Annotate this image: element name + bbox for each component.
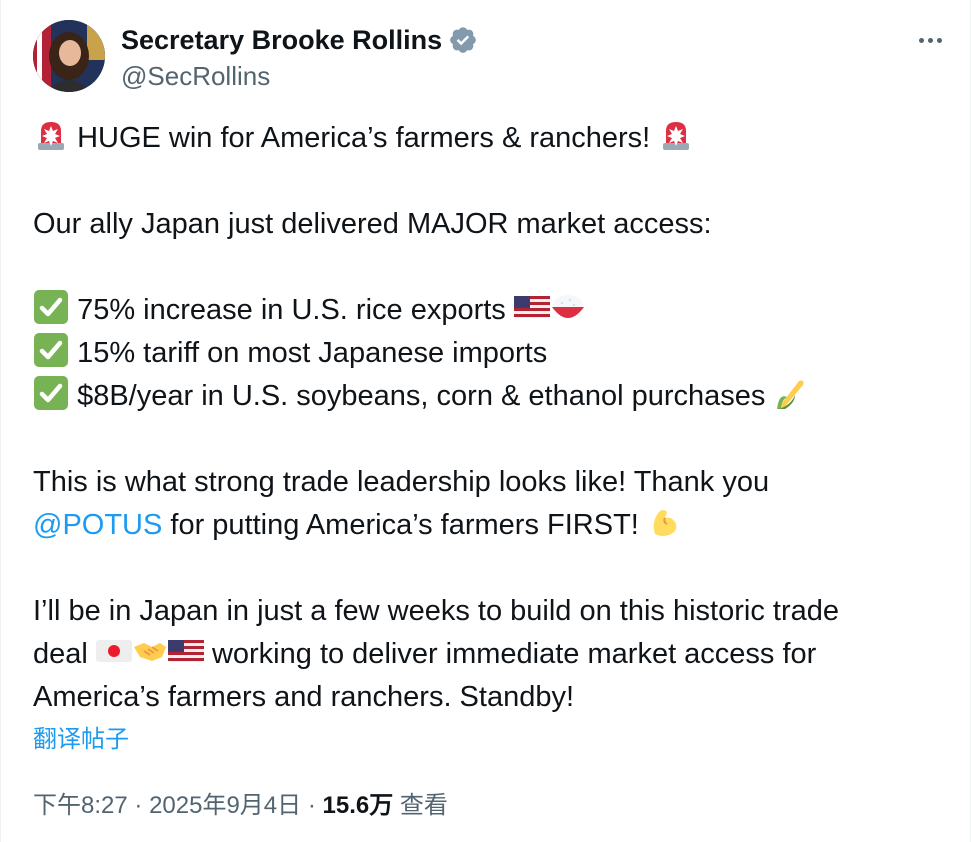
check-mark-emoji <box>34 333 68 367</box>
tweet-line-text: I’ll be in Japan in just a few weeks to … <box>33 595 839 627</box>
us-flag-emoji <box>167 640 204 662</box>
us-flag-emoji <box>513 296 550 318</box>
check-mark-emoji <box>34 290 68 324</box>
tweet-line: America’s farmers and ranchers. Standby! <box>33 676 948 719</box>
tweet-metadata: 下午8:27 · 2025年9月4日 · 15.6万 查看 <box>33 786 448 826</box>
views-label: 查看 <box>399 792 448 819</box>
verified-badge-icon <box>450 27 476 53</box>
more-options-icon[interactable] <box>910 28 950 52</box>
tweet-line-text: for putting America’s farmers FIRST! <box>170 509 639 541</box>
display-name[interactable]: Secretary Brooke Rollins <box>121 24 442 56</box>
siren-emoji <box>663 122 690 150</box>
rice-bowl-emoji <box>551 295 584 318</box>
avatar[interactable] <box>33 20 105 92</box>
tweet-text: HUGE win for America’s farmers & rancher… <box>33 117 948 719</box>
name-row: Secretary Brooke Rollins <box>121 24 478 56</box>
mention-link[interactable]: @POTUS <box>33 509 162 541</box>
bullet-text: $8B/year in U.S. soybeans, corn & ethano… <box>77 380 766 412</box>
japan-flag-emoji <box>95 640 132 662</box>
tweet-line: @POTUS for putting America’s farmers FIR… <box>33 504 948 547</box>
bullet-item: 75% increase in U.S. rice exports <box>33 289 948 332</box>
flexed-biceps-emoji <box>653 510 677 536</box>
post-date[interactable]: 2025年9月4日 <box>149 792 301 819</box>
separator: · <box>307 792 316 819</box>
handshake-emoji <box>133 643 166 661</box>
bullet-text: 15% tariff on most Japanese imports <box>77 337 548 369</box>
tweet-line: Our ally Japan just delivered MAJOR mark… <box>33 203 948 246</box>
corn-emoji <box>777 380 804 409</box>
bullet-text: 75% increase in U.S. rice exports <box>77 294 506 326</box>
check-mark-emoji <box>34 376 68 410</box>
bullet-item: $8B/year in U.S. soybeans, corn & ethano… <box>33 375 948 418</box>
tweet-line: This is what strong trade leadership loo… <box>33 461 948 504</box>
tweet-line-text: deal <box>33 638 88 670</box>
tweet-line: HUGE win for America’s farmers & rancher… <box>33 117 948 160</box>
tweet-line-text: HUGE win for America’s farmers & rancher… <box>77 122 651 154</box>
tweet-line-text: America’s farmers and ranchers. Standby! <box>33 681 575 713</box>
post-time[interactable]: 下午8:27 <box>33 792 128 819</box>
bullet-item: 15% tariff on most Japanese imports <box>33 332 948 375</box>
tweet-line-text: working to deliver immediate market acce… <box>211 638 817 670</box>
view-count: 15.6万 <box>322 792 394 819</box>
translate-post-link[interactable]: 翻译帖子 <box>33 722 129 758</box>
tweet-line-text: Our ally Japan just delivered MAJOR mark… <box>33 208 712 240</box>
tweet-line-text: This is what strong trade leadership loo… <box>33 466 770 498</box>
separator: · <box>134 792 143 819</box>
handle[interactable]: @SecRollins <box>121 60 270 92</box>
tweet-line: I’ll be in Japan in just a few weeks to … <box>33 590 948 633</box>
tweet-card: Secretary Brooke Rollins @SecRollins HUG… <box>0 0 971 842</box>
siren-emoji <box>38 122 64 150</box>
tweet-header: Secretary Brooke Rollins @SecRollins <box>33 20 950 96</box>
tweet-line: deal working to deliver immediate market… <box>33 633 948 676</box>
